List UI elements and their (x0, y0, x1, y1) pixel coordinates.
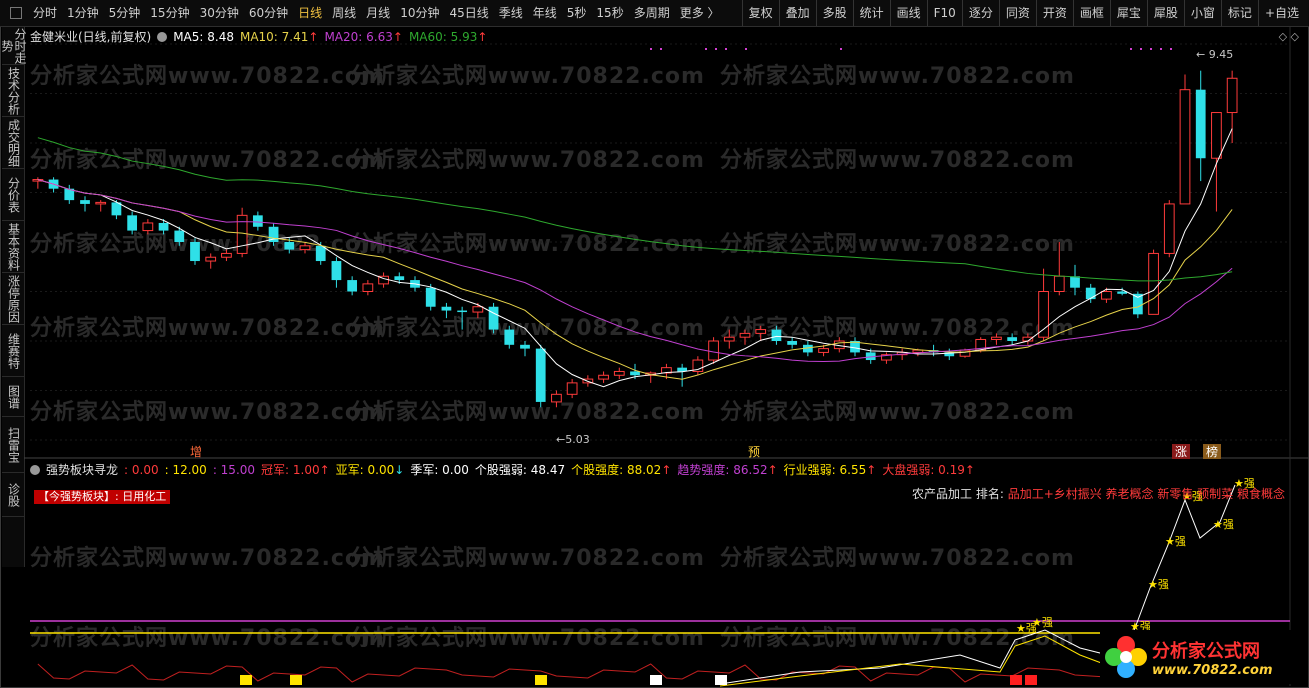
period-tab[interactable]: 周线 (327, 0, 361, 26)
ind-yajun: 亚军: 0.00 (335, 463, 395, 477)
ind-v1: : 0.00 (124, 462, 159, 477)
sidebar-item[interactable]: 扫雷宝 (2, 417, 24, 473)
ma20-value: MA20: 6.63 (324, 29, 393, 44)
flower-logo-icon (1105, 636, 1147, 678)
tool-button[interactable]: 小窗 (1183, 0, 1221, 26)
ind-guanjun: 冠军: 1.00 (261, 463, 320, 477)
indicator-name: 强势板块寻龙 (46, 463, 119, 477)
sector-rank-prefix: 农产品加工 排名: (912, 487, 1008, 501)
period-tab[interactable]: 5秒 (562, 0, 592, 26)
period-tab[interactable]: 季线 (494, 0, 528, 26)
tool-button[interactable]: 犀宝 (1109, 0, 1147, 26)
sidebar-item[interactable]: 分价表 (2, 169, 24, 221)
period-tab[interactable]: 日线 (293, 0, 327, 26)
tool-button[interactable]: 犀股 (1146, 0, 1184, 26)
up-arrow-icon: ↑ (866, 463, 877, 477)
ind-jijun: 季军: 0.00 (410, 463, 469, 477)
ind-hangye: 行业强弱: 6.55 (783, 463, 867, 477)
settings-dot-icon[interactable] (157, 31, 168, 42)
tool-button[interactable]: 同资 (998, 0, 1036, 26)
up-arrow-icon: ↑ (392, 29, 403, 44)
tool-button[interactable]: 标记 (1220, 0, 1258, 26)
ind-v3: : 15.00 (212, 462, 256, 477)
period-tab[interactable]: 30分钟 (195, 0, 244, 26)
ind-qushi: 趋势强度: 86.52 (677, 463, 768, 477)
sidebar-item[interactable]: 维赛特 (2, 325, 24, 377)
stock-title: 金健米业(日线,前复权) (30, 30, 152, 44)
main-chart-legend: 金健米业(日线,前复权) MA5: 8.48 MA10: 7.41↑ MA20:… (30, 28, 487, 45)
up-arrow-icon: ↑ (767, 463, 778, 477)
period-toolbar: 分时 1分钟 5分钟 15分钟 30分钟 60分钟 日线 周线 月线 10分钟 45日线 季线 年线 5秒… (0, 0, 1309, 27)
period-tab[interactable]: 60分钟 (244, 0, 293, 26)
diamond-icons[interactable]: ◇ ◇ (1279, 30, 1299, 43)
sector-tags: 品加工+乡村振兴 养老概念 新零售 预制菜 粮食概念 (1007, 487, 1286, 501)
period-tab[interactable]: 分时 (28, 0, 62, 26)
left-sidebar: 分时走势 技术分析 成交明细 分价表 基本资料 涨停原因 维赛特 图谱 扫雷宝 诊股 (0, 27, 27, 567)
period-tab[interactable]: 1分钟 (62, 0, 104, 26)
tool-button[interactable]: F10 (926, 0, 962, 26)
period-tab[interactable]: 45日线 (444, 0, 493, 26)
up-arrow-icon: ↑ (477, 29, 488, 44)
period-tab[interactable]: 15秒 (591, 0, 628, 26)
up-arrow-icon: ↑ (964, 463, 975, 477)
sidebar-item[interactable]: 基本资料 (2, 221, 24, 273)
tool-button[interactable]: 开资 (1035, 0, 1073, 26)
menu-square-icon[interactable] (10, 7, 22, 19)
settings-dot-icon[interactable] (30, 464, 40, 475)
window-frame (0, 0, 1309, 688)
site-logo: 分析家公式网 www.70822.com (1100, 630, 1304, 684)
up-arrow-icon: ↑ (308, 29, 319, 44)
ind-v2: : 12.00 (164, 462, 207, 477)
sidebar-item[interactable]: 成交明细 (2, 117, 24, 169)
sector-tag: 【今强势板块】: 日用化工 (34, 490, 171, 504)
sidebar-item[interactable]: 技术分析 (2, 65, 24, 117)
period-tab[interactable]: 15分钟 (145, 0, 194, 26)
tool-button[interactable]: 多股 (815, 0, 853, 26)
period-tab[interactable]: 月线 (361, 0, 395, 26)
sector-info-line: 农产品加工 排名: 品加工+乡村振兴 养老概念 新零售 预制菜 粮食概念 (912, 485, 1285, 502)
tool-button[interactable]: 统计 (852, 0, 890, 26)
period-tab[interactable]: 更多 〉 (675, 0, 725, 26)
period-tab[interactable]: 年线 (528, 0, 562, 26)
ma10-value: MA10: 7.41 (239, 29, 309, 44)
ma60-value: MA60: 5.93 (408, 29, 478, 44)
tool-button[interactable]: 画线 (889, 0, 927, 26)
indicator-legend: 强势板块寻龙 : 0.00 : 12.00 : 15.00 冠军: 1.00↑ … (30, 461, 975, 478)
period-tab[interactable]: 10分钟 (395, 0, 444, 26)
tool-button[interactable]: 逐分 (961, 0, 999, 26)
period-tab[interactable]: 多周期 (629, 0, 675, 26)
sidebar-item[interactable]: 涨停原因 (2, 273, 24, 325)
ma5-value: MA5: 8.48 (173, 29, 234, 44)
down-arrow-icon: ↓ (394, 463, 405, 477)
sidebar-item[interactable]: 分时走势 (0, 27, 27, 65)
sidebar-item[interactable]: 诊股 (2, 473, 24, 517)
tool-button[interactable]: 画框 (1072, 0, 1110, 26)
ind-gegu: 个股强弱: 48.47 (474, 463, 566, 477)
sidebar-item[interactable]: 图谱 (2, 377, 24, 417)
tool-button[interactable]: 叠加 (778, 0, 816, 26)
tool-button[interactable]: +自选 (1257, 0, 1305, 26)
logo-title: 分析家公式网 (1152, 640, 1260, 662)
tool-button[interactable]: 复权 (741, 0, 779, 26)
ind-gegu-qiangdu: 个股强度: 88.02 (571, 463, 662, 477)
logo-url: www.70822.com (1152, 662, 1273, 678)
up-arrow-icon: ↑ (661, 463, 672, 477)
period-tab[interactable]: 5分钟 (104, 0, 146, 26)
ind-dapan: 大盘强弱: 0.19 (882, 463, 965, 477)
up-arrow-icon: ↑ (319, 463, 330, 477)
